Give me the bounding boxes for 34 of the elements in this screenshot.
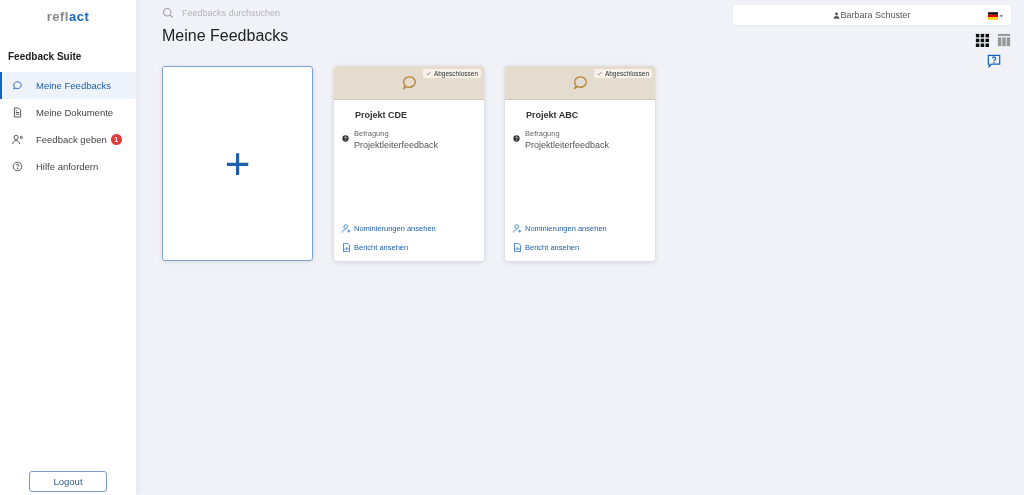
nav-item[interactable]: Hilfe anfordern	[0, 153, 136, 180]
person-icon	[833, 11, 841, 19]
document-icon	[342, 243, 351, 252]
document-icon	[12, 107, 23, 118]
search-field[interactable]: Feedbacks durchsuchen	[180, 7, 344, 19]
chat-bubble-icon	[572, 75, 588, 90]
user-bar[interactable]: Barbara Schuster	[733, 5, 1011, 25]
person-icon	[12, 134, 23, 145]
chat-bubble-icon	[12, 80, 23, 91]
person-add-icon	[513, 224, 522, 233]
person-add-icon	[342, 224, 351, 233]
survey-name: Projektleiterfeedback	[354, 140, 439, 150]
search-icon	[162, 7, 174, 19]
card-title: Projekt ABC	[525, 110, 580, 120]
help-icon	[513, 135, 520, 142]
logo: reflact	[46, 9, 90, 24]
document-icon	[513, 243, 522, 252]
help-icon	[342, 135, 349, 142]
grid-view-icon[interactable]	[975, 33, 989, 47]
chat-bubble-icon	[401, 75, 417, 90]
check-icon	[596, 71, 602, 76]
check-icon	[425, 71, 431, 76]
help-icon[interactable]	[987, 54, 1001, 68]
add-feedback-button[interactable]: +	[162, 66, 313, 261]
section-heading: Feedback Suite	[8, 51, 83, 62]
page-title: Meine Feedbacks	[162, 27, 289, 45]
logout-button[interactable]: Logout	[29, 471, 107, 492]
survey-name: Projektleiterfeedback	[525, 140, 610, 150]
help-icon	[12, 161, 23, 172]
card-title: Projekt CDE	[354, 110, 408, 120]
nav-item[interactable]: Meine Feedbacks	[0, 72, 136, 99]
flag-icon[interactable]	[988, 11, 1003, 21]
nav-item[interactable]: Meine Dokumente	[0, 99, 136, 126]
user-name: Barbara Schuster	[833, 10, 911, 20]
